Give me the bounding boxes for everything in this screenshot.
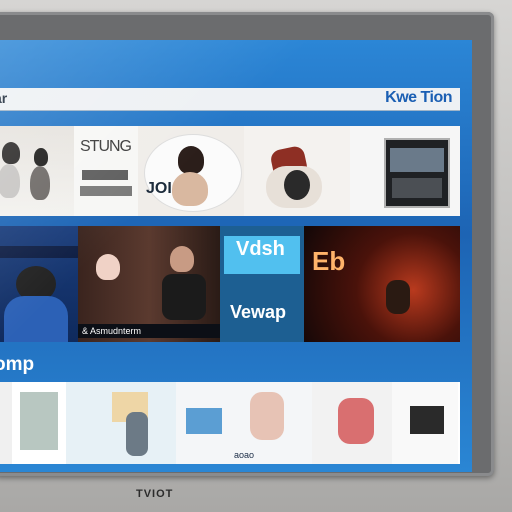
row1-tile-3-label: JOI <box>146 180 172 197</box>
row2-tile-4-caption: Eb <box>312 246 346 276</box>
row2-tile-3[interactable]: Vdsh Vewap <box>220 226 304 342</box>
tv-bezel: ar Kwe Tion STUNG <box>0 12 494 476</box>
row1-tile-1[interactable] <box>0 126 74 216</box>
row1-tile-4[interactable] <box>244 126 350 216</box>
row2-tile-1[interactable] <box>0 226 78 342</box>
top-bar: ar Kwe Tion <box>0 88 460 111</box>
row2-tile-3-title: Vdsh <box>236 238 285 260</box>
top-left-label: ar <box>0 90 8 106</box>
row3-tile-3[interactable] <box>66 382 176 464</box>
row2-tile-3-subtitle: Vewap <box>230 302 287 322</box>
row3-tile-7[interactable] <box>458 382 460 464</box>
television: ar Kwe Tion STUNG <box>0 0 512 512</box>
row1-carousel: STUNG JOI <box>0 126 460 216</box>
row3-tile-5[interactable] <box>312 382 392 464</box>
row2-tile-2-caption: & Asmudnterm <box>78 324 220 338</box>
row3-tile-6[interactable] <box>392 382 458 464</box>
brand-logo: Kwe Tion <box>385 89 452 106</box>
row3-tile-4-label: aoao <box>233 450 255 460</box>
section-title: omp <box>0 354 35 375</box>
row1-tile-2[interactable]: STUNG <box>74 126 138 216</box>
row2-tile-4[interactable]: Eb <box>304 226 460 342</box>
row3-tile-2[interactable] <box>12 382 66 464</box>
row1-tile-5[interactable] <box>350 126 460 216</box>
row1-tile-3[interactable]: JOI <box>138 126 244 216</box>
tv-screen: ar Kwe Tion STUNG <box>0 40 472 472</box>
row3-tile-1[interactable] <box>0 382 12 464</box>
row2-carousel: & Asmudnterm Vdsh Vewap Eb <box>0 226 460 342</box>
row3-carousel: aoao <box>0 382 460 464</box>
tv-brand-badge: TVIOT <box>136 488 174 500</box>
row2-tile-2[interactable]: & Asmudnterm <box>78 226 220 342</box>
row1-tile-2-label: STUNG <box>80 138 132 155</box>
row3-tile-4[interactable]: aoao <box>176 382 312 464</box>
